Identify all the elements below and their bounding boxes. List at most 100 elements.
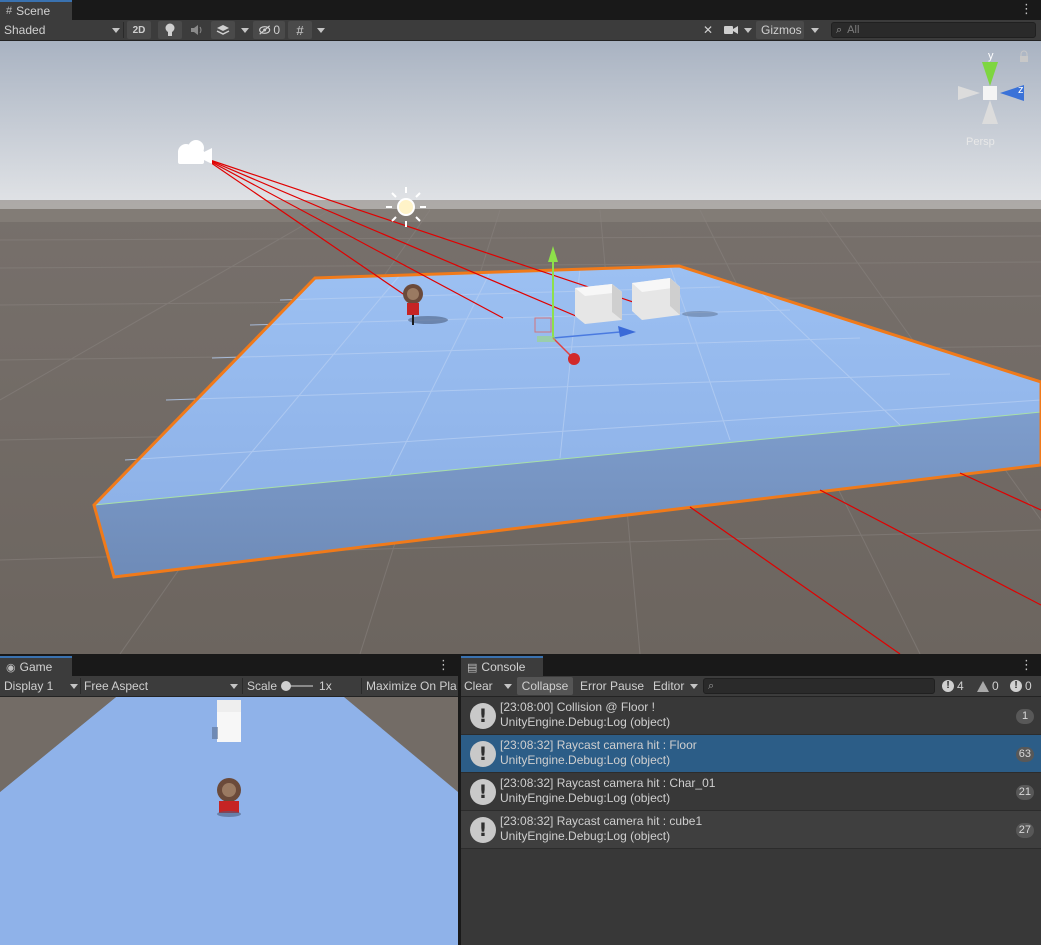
clear-label: Clear	[464, 679, 493, 693]
tab-scene-label: Scene	[16, 4, 51, 18]
log-detail: UnityEngine.Debug:Log (object)	[500, 791, 671, 805]
hidden-count: 0	[273, 23, 280, 37]
search-icon: ⌕	[708, 679, 715, 692]
directional-light-icon[interactable]	[386, 187, 426, 227]
scene-toolbar: Shaded 2D 0 # ✕ Gizmos ⌕ All	[0, 20, 1041, 41]
game-character	[217, 778, 241, 817]
error-pause-label: Error Pause	[580, 679, 645, 693]
log-count-badge: 63	[1015, 747, 1034, 762]
gizmos-button[interactable]: Gizmos	[756, 21, 804, 39]
camera-icon	[724, 26, 738, 34]
log-message: [23:08:32] Raycast camera hit : cube1	[500, 814, 703, 828]
lighting-toggle-button[interactable]	[158, 21, 182, 39]
log-detail: UnityEngine.Debug:Log (object)	[500, 715, 671, 729]
console-search-input[interactable]: ⌕	[703, 678, 935, 694]
log-message: [23:08:00] Collision @ Floor !	[500, 700, 655, 714]
aspect-dropdown[interactable]: Free Aspect	[84, 676, 238, 696]
tab-console-label: Console	[481, 660, 526, 674]
effects-dropdown[interactable]	[235, 20, 249, 40]
wrench-icon: ✕	[702, 23, 714, 37]
scene-visibility-button[interactable]: 0	[253, 21, 285, 39]
scene-search-input[interactable]: ⌕ All	[831, 22, 1036, 38]
error-pause-toggle[interactable]: Error Pause	[580, 676, 650, 696]
log-count-badge: 21	[1015, 785, 1034, 800]
speaker-icon	[191, 25, 202, 35]
shading-mode-dropdown[interactable]: Shaded	[4, 20, 120, 40]
tab-game-label: Game	[19, 660, 53, 674]
game-menu-icon[interactable]: ⋮	[437, 658, 450, 672]
projection-label[interactable]: Persp	[966, 136, 995, 148]
log-count-badge: 1	[1016, 709, 1034, 724]
camera-settings-dropdown[interactable]	[724, 20, 754, 40]
console-tab-bar: ▤ Console ⋮	[461, 656, 1041, 676]
info-icon: !	[470, 779, 496, 805]
log-entry[interactable]: ! [23:08:32] Raycast camera hit : Char_0…	[461, 773, 1041, 811]
collapse-toggle[interactable]: Collapse	[517, 677, 573, 695]
scale-slider[interactable]: Scale 1x	[247, 676, 357, 696]
display-label: Display 1	[4, 679, 54, 693]
log-message: [23:08:32] Raycast camera hit : Floor	[500, 738, 697, 752]
grid-snap-icon: #	[296, 22, 304, 38]
info-icon: !	[470, 703, 496, 729]
grid-toggle-button[interactable]: #	[288, 21, 312, 39]
gizmos-dropdown[interactable]	[805, 20, 821, 40]
console-toolbar: Clear Collapse Error Pause Editor ⌕ ! 4 …	[461, 676, 1041, 697]
log-message: [23:08:32] Raycast camera hit : Char_01	[500, 776, 716, 790]
tab-console[interactable]: ▤ Console	[461, 656, 543, 676]
collapse-label: Collapse	[521, 679, 569, 693]
scale-label: Scale	[247, 679, 278, 693]
aspect-label: Free Aspect	[84, 679, 149, 693]
scene-viewport[interactable]: y z Persp	[0, 41, 1041, 654]
clear-options-dropdown[interactable]	[498, 676, 516, 696]
error-icon: !	[1010, 680, 1022, 692]
scene-search-placeholder: All	[847, 24, 860, 36]
info-icon: !	[470, 741, 496, 767]
scale-slider-handle[interactable]	[281, 681, 292, 691]
editor-label: Editor	[653, 679, 685, 693]
log-detail: UnityEngine.Debug:Log (object)	[500, 829, 671, 843]
console-icon: ▤	[467, 661, 478, 674]
maximize-on-play-button[interactable]: Maximize On Pla	[366, 676, 458, 696]
toggle-2d-button[interactable]: 2D	[127, 21, 151, 39]
audio-toggle-button[interactable]	[186, 20, 208, 40]
tab-scene[interactable]: # Scene	[0, 0, 72, 20]
error-count: 0	[1025, 679, 1032, 693]
log-entry[interactable]: ! [23:08:32] Raycast camera hit : cube1 …	[461, 811, 1041, 849]
scale-value: 1x	[319, 679, 332, 693]
clear-button[interactable]: Clear	[464, 676, 500, 696]
log-detail: UnityEngine.Debug:Log (object)	[500, 753, 671, 767]
game-viewport[interactable]	[0, 697, 458, 945]
layers-icon	[216, 25, 230, 35]
tools-button[interactable]: ✕	[698, 20, 718, 40]
lightbulb-icon	[165, 23, 175, 36]
skybox	[0, 41, 1041, 209]
log-count-badge: 27	[1015, 823, 1034, 838]
grid-dropdown[interactable]	[311, 20, 325, 40]
gizmos-label: Gizmos	[761, 23, 802, 37]
info-icon: !	[470, 817, 496, 843]
eye-slash-icon	[259, 25, 271, 35]
console-menu-icon[interactable]: ⋮	[1020, 658, 1033, 672]
scene-menu-icon[interactable]: ⋮	[1020, 2, 1033, 16]
grid-icon: #	[6, 5, 13, 17]
tab-game[interactable]: ◉ Game	[0, 656, 72, 676]
scene-tab-bar: # Scene ⋮	[0, 0, 1041, 20]
warning-count: 4	[957, 679, 964, 693]
alert-count-toggle[interactable]: 0	[977, 677, 999, 695]
scale-track[interactable]	[281, 681, 314, 691]
game-toolbar: Display 1 Free Aspect Scale 1x Maximize …	[0, 676, 458, 697]
editor-dropdown[interactable]: Editor	[653, 676, 703, 696]
log-entry-selected[interactable]: ! [23:08:32] Raycast camera hit : Floor …	[461, 735, 1041, 773]
effects-toggle-button[interactable]	[211, 21, 235, 39]
toggle-2d-label: 2D	[132, 24, 146, 36]
log-entry[interactable]: ! [23:08:00] Collision @ Floor ! UnityEn…	[461, 697, 1041, 735]
warning-count-toggle[interactable]: ! 4	[942, 677, 964, 695]
error-count-toggle[interactable]: ! 0	[1010, 677, 1032, 695]
gizmo-axis-z: z	[1018, 84, 1024, 96]
search-icon: ⌕	[836, 23, 843, 36]
display-dropdown[interactable]: Display 1	[4, 676, 78, 696]
cube-left[interactable]	[575, 284, 622, 324]
cube-right[interactable]	[632, 278, 680, 320]
game-tab-bar: ◉ Game ⋮	[0, 656, 458, 676]
alert-count: 0	[992, 679, 999, 693]
